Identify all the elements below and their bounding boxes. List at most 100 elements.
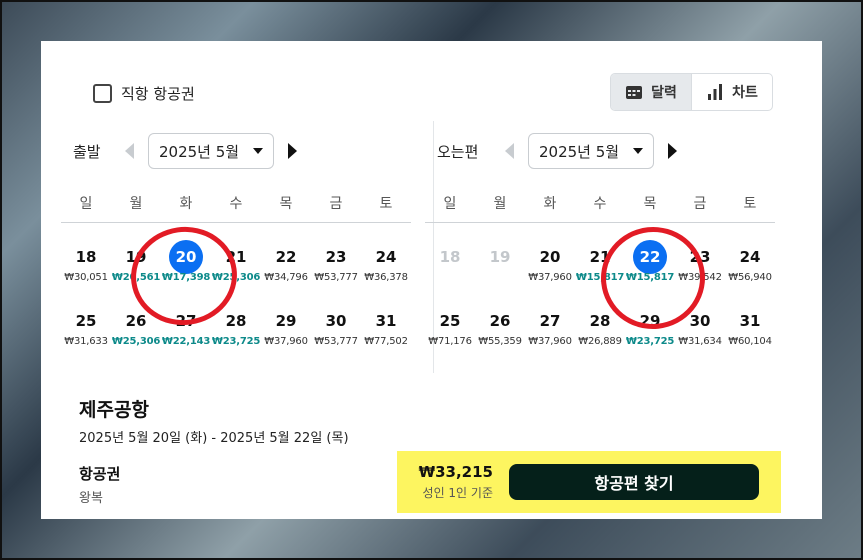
- day-number: 22: [275, 248, 297, 266]
- prev-month-icon[interactable]: [505, 143, 514, 159]
- return-month-header: 오는편 2025년 5월: [437, 133, 677, 169]
- calendar-day-26[interactable]: 26 ₩25,306: [111, 295, 161, 359]
- calendar-day-30[interactable]: 30 ₩31,634: [675, 295, 725, 359]
- calendar-day-23[interactable]: 23 ₩53,777: [311, 231, 361, 295]
- day-price: ₩31,634: [678, 336, 722, 347]
- calendar-week-row: 25 ₩31,633 26 ₩25,306 27 ₩22,143 28 ₩23,725 29 ₩3…: [61, 295, 411, 359]
- departure-label: 출발: [73, 142, 101, 161]
- day-number: 19: [489, 248, 511, 266]
- day-number: 26: [489, 312, 511, 330]
- day-number: 31: [739, 312, 761, 330]
- calendar-panel: 직항 항공권 달력 차트 출발 2025년 5월 오는편 2025년 5월 일 …: [55, 45, 783, 375]
- day-number: 30: [325, 312, 347, 330]
- day-number: 31: [375, 312, 397, 330]
- departure-month-select[interactable]: 2025년 5월: [148, 133, 274, 169]
- day-price: ₩37,960: [528, 336, 572, 347]
- calendar-day-22[interactable]: 22 ₩15,817: [625, 231, 675, 295]
- day-price: ₩30,051: [64, 272, 108, 283]
- day-number: 18: [439, 248, 461, 266]
- direct-only-filter[interactable]: 직항 항공권: [93, 83, 195, 104]
- calendar-day-20[interactable]: 20 ₩17,398: [161, 231, 211, 295]
- chevron-down-icon: [633, 148, 643, 154]
- day-number: 19: [125, 248, 147, 266]
- day-price: ₩15,817: [625, 272, 675, 283]
- day-number: 24: [375, 248, 397, 266]
- return-calendar: 일 월 화 수 목 금 토 18 19 20 ₩37,960 21 ₩15,817 22 ₩15,817 23…: [425, 193, 775, 359]
- next-month-icon[interactable]: [668, 143, 677, 159]
- weekday-header: 일월화수목금토: [61, 193, 411, 223]
- day-number: 23: [325, 248, 347, 266]
- calendar-day-24[interactable]: 24 ₩36,378: [361, 231, 411, 295]
- calendar-day-21[interactable]: 21 ₩15,817: [575, 231, 625, 295]
- day-price: ₩56,940: [728, 272, 772, 283]
- day-number: 28: [225, 312, 247, 330]
- search-flights-button[interactable]: 항공편 찾기: [509, 464, 759, 500]
- weekday-label: 화: [179, 196, 193, 212]
- weekday-label: 목: [279, 196, 293, 212]
- weekday-label: 토: [379, 196, 393, 212]
- chart-view-label: 차트: [732, 85, 758, 101]
- day-number: 25: [75, 312, 97, 330]
- day-price: ₩60,104: [728, 336, 772, 347]
- selected-day-number: 22: [633, 240, 667, 274]
- day-number: 25: [439, 312, 461, 330]
- calendar-day-21[interactable]: 21 ₩25,306: [211, 231, 261, 295]
- weekday-header: 일월화수목금토: [425, 193, 775, 223]
- calendar-day-22[interactable]: 22 ₩34,796: [261, 231, 311, 295]
- weekday-label: 수: [593, 196, 607, 212]
- return-label: 오는편: [437, 142, 479, 161]
- total-price: ₩33,215: [418, 463, 493, 481]
- calendar-day-25[interactable]: 25 ₩71,176: [425, 295, 475, 359]
- chart-view-button[interactable]: 차트: [691, 74, 772, 110]
- day-price: ₩20,561: [111, 272, 161, 283]
- calendar-view-button[interactable]: 달력: [611, 74, 691, 110]
- calendar-icon: [626, 86, 643, 99]
- calendar-day-28[interactable]: 28 ₩23,725: [211, 295, 261, 359]
- calendar-day-19[interactable]: 19 ₩20,561: [111, 231, 161, 295]
- weekday-label: 일: [443, 196, 457, 212]
- price-summary-bar: ₩33,215 성인 1인 기준 항공편 찾기: [397, 451, 781, 513]
- calendar-day-20[interactable]: 20 ₩37,960: [525, 231, 575, 295]
- day-number: 30: [689, 312, 711, 330]
- day-number: 27: [175, 312, 197, 330]
- day-number: 18: [75, 248, 97, 266]
- next-month-icon[interactable]: [288, 143, 297, 159]
- calendar-day-23[interactable]: 23 ₩39,542: [675, 231, 725, 295]
- destination-airport: 제주공항: [79, 399, 149, 421]
- weekday-label: 월: [129, 196, 143, 212]
- calendar-day-30[interactable]: 30 ₩53,777: [311, 295, 361, 359]
- calendar-day-31[interactable]: 31 ₩60,104: [725, 295, 775, 359]
- day-number: 26: [125, 312, 147, 330]
- calendar-day-28[interactable]: 28 ₩26,889: [575, 295, 625, 359]
- calendar-day-19: 19: [475, 231, 525, 295]
- day-price: ₩23,725: [211, 336, 261, 347]
- calendar-day-26[interactable]: 26 ₩55,359: [475, 295, 525, 359]
- day-number: 23: [689, 248, 711, 266]
- calendar-day-29[interactable]: 29 ₩37,960: [261, 295, 311, 359]
- ticket-label: 항공권: [79, 465, 121, 483]
- return-month-select[interactable]: 2025년 5월: [528, 133, 654, 169]
- calendar-day-27[interactable]: 27 ₩37,960: [525, 295, 575, 359]
- prev-month-icon[interactable]: [125, 143, 134, 159]
- weekday-label: 목: [643, 196, 657, 212]
- calendar-day-27[interactable]: 27 ₩22,143: [161, 295, 211, 359]
- calendar-week-row: 18 ₩30,051 19 ₩20,561 20 ₩17,398 21 ₩25,306 22 ₩3…: [61, 231, 411, 295]
- weekday-label: 일: [79, 196, 93, 212]
- day-price: ₩23,725: [625, 336, 675, 347]
- day-price: ₩39,542: [678, 272, 722, 283]
- calendar-day-25[interactable]: 25 ₩31,633: [61, 295, 111, 359]
- per-person-label: 성인 1인 기준: [422, 486, 493, 500]
- calendar-day-31[interactable]: 31 ₩77,502: [361, 295, 411, 359]
- calendar-day-24[interactable]: 24 ₩56,940: [725, 231, 775, 295]
- day-number: 21: [225, 248, 247, 266]
- day-price: ₩26,889: [578, 336, 622, 347]
- calendar-day-29[interactable]: 29 ₩23,725: [625, 295, 675, 359]
- day-number: 21: [589, 248, 611, 266]
- trip-type: 왕복: [79, 491, 103, 506]
- departure-month-value: 2025년 5월: [159, 142, 240, 161]
- calendar-day-18[interactable]: 18 ₩30,051: [61, 231, 111, 295]
- direct-only-checkbox[interactable]: [93, 84, 112, 103]
- day-price: ₩34,796: [264, 272, 308, 283]
- day-price: ₩71,176: [428, 336, 472, 347]
- bar-chart-icon: [708, 84, 723, 100]
